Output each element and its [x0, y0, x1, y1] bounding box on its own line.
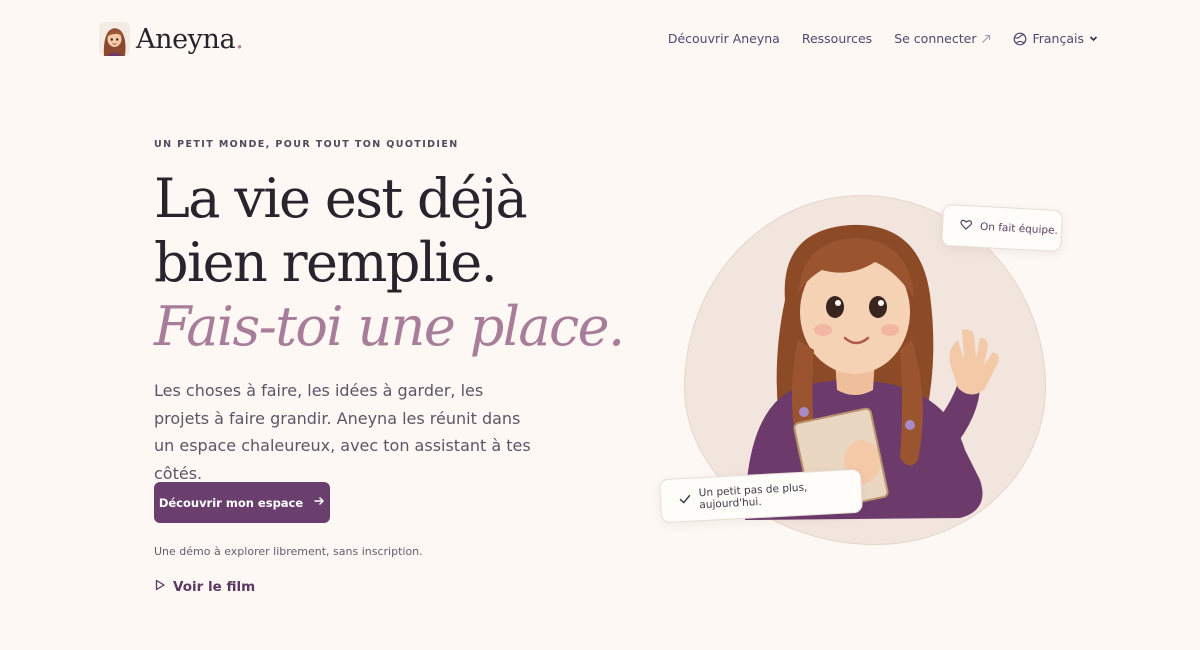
- watch-film-label: Voir le film: [173, 579, 256, 595]
- headline-accent: Fais-toi une place.: [154, 295, 625, 358]
- brand-name: Aneyna.: [136, 23, 244, 55]
- nav-resources-link[interactable]: Ressources: [802, 31, 872, 46]
- nav-login-label: Se connecter: [894, 31, 977, 46]
- headline-line-2: bien remplie.: [154, 231, 498, 294]
- chevron-down-icon: [1089, 34, 1098, 43]
- step-badge-label: Un petit pas de plus, aujourd'hui.: [698, 481, 808, 512]
- discover-space-button[interactable]: Découvrir mon espace: [154, 482, 330, 523]
- language-label: Français: [1032, 31, 1084, 46]
- hero-headline: La vie est déjà bien remplie. Fais-toi u…: [154, 167, 625, 359]
- nav-login-link[interactable]: Se connecter: [894, 31, 991, 46]
- check-icon: [679, 493, 692, 507]
- play-icon: [154, 579, 166, 595]
- nav-discover-link[interactable]: Découvrir Aneyna: [668, 31, 780, 46]
- demo-note: Une démo à explorer librement, sans insc…: [154, 545, 423, 558]
- arrow-right-icon: [313, 495, 325, 510]
- watch-film-link[interactable]: Voir le film: [154, 579, 255, 595]
- team-badge-label: On fait équipe.: [979, 220, 1059, 237]
- headline-line-1: La vie est déjà: [154, 167, 528, 230]
- heart-icon: [960, 219, 973, 234]
- main-nav: Découvrir Aneyna Ressources Se connecter…: [668, 31, 1098, 46]
- hero-eyebrow: UN PETIT MONDE, POUR TOUT TON QUOTIDIEN: [154, 139, 459, 150]
- arrow-up-right-icon: [981, 34, 991, 44]
- cta-label: Découvrir mon espace: [158, 495, 304, 510]
- team-badge: On fait équipe.: [940, 203, 1064, 253]
- hero-description: Les choses à faire, les idées à garder, …: [154, 381, 531, 483]
- language-selector[interactable]: Français: [1013, 31, 1098, 46]
- globe-icon: [1013, 32, 1027, 46]
- brand-logo[interactable]: Aneyna.: [99, 22, 244, 56]
- logo-avatar-icon: [99, 22, 130, 56]
